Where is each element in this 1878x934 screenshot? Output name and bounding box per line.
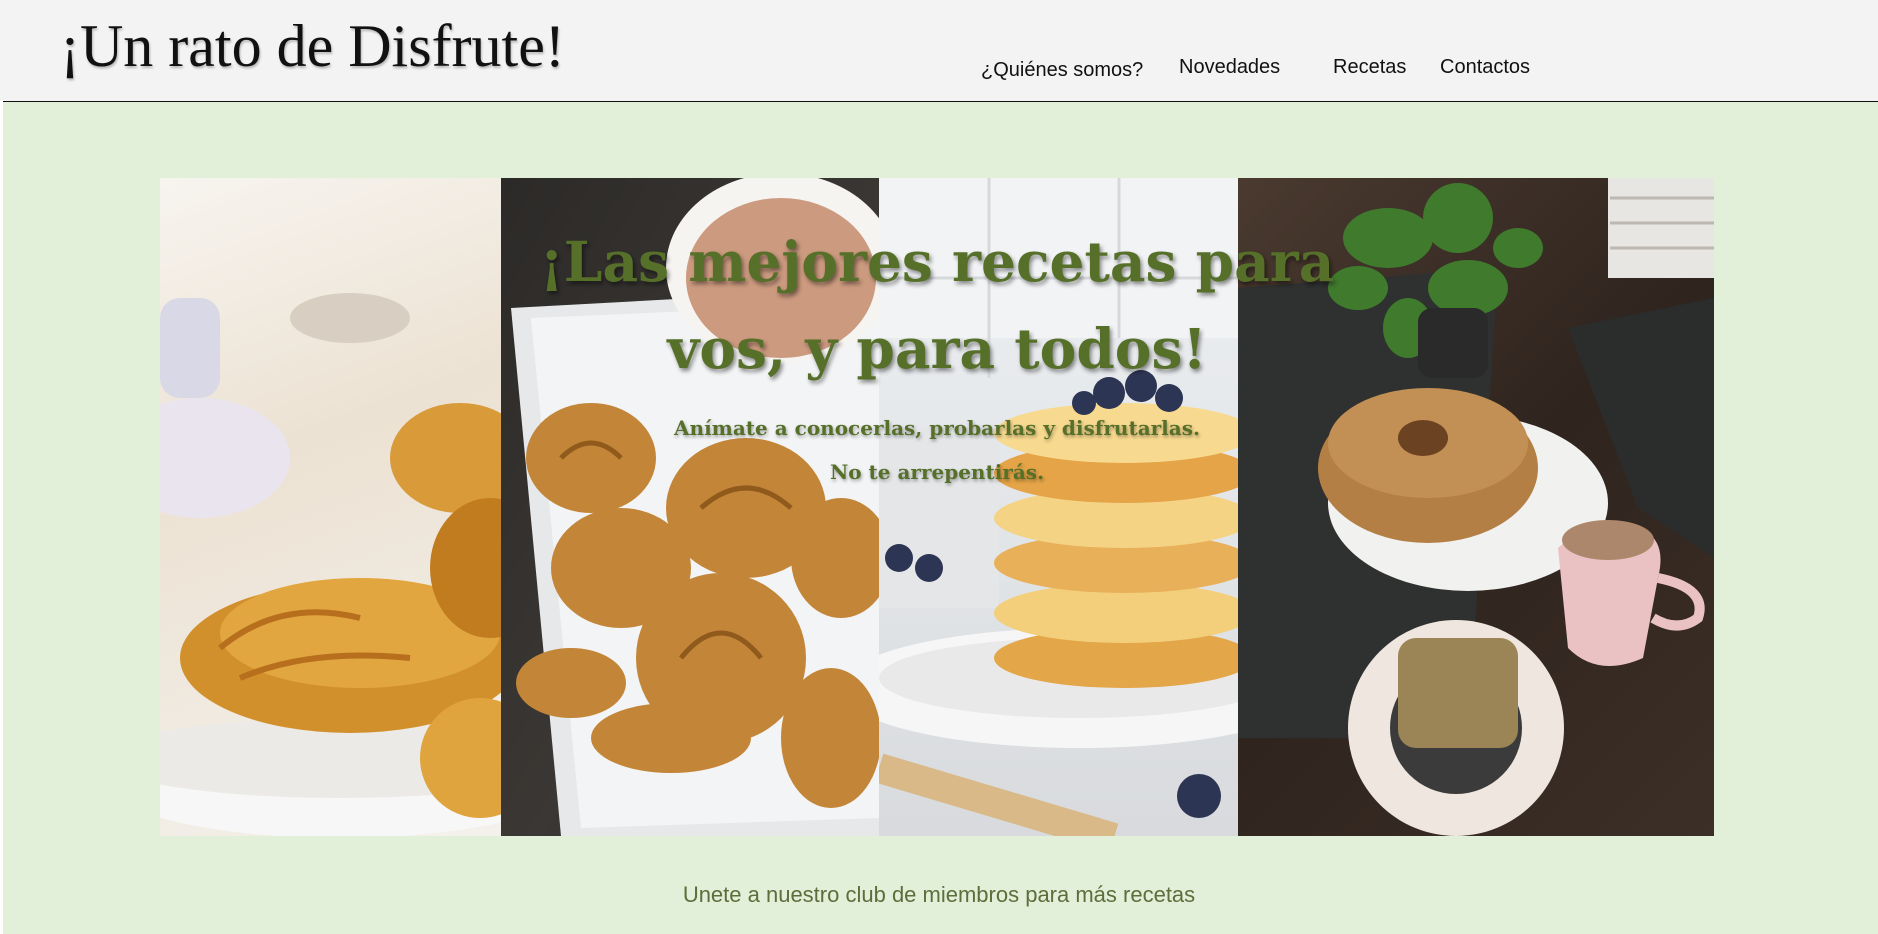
croissant-photo	[160, 178, 501, 836]
nav-recetas[interactable]: Recetas	[1333, 56, 1406, 79]
site-title[interactable]: ¡Un rato de Disfrute!	[60, 12, 565, 81]
hero-banner: ¡Las mejores recetas para vos, y para to…	[160, 178, 1714, 836]
pancakes-photo	[879, 178, 1238, 836]
site-header: ¡Un rato de Disfrute! ¿Quiénes somos? No…	[0, 0, 1878, 102]
cake-table-photo	[1238, 178, 1714, 836]
palmeritas-photo	[501, 178, 879, 836]
club-join-link[interactable]: Unete a nuestro club de miembros para má…	[0, 882, 1878, 908]
left-edge-strip	[0, 101, 3, 934]
nav-contactos[interactable]: Contactos	[1440, 56, 1530, 79]
nav-quienes-somos[interactable]: ¿Quiénes somos?	[981, 59, 1143, 82]
nav-novedades[interactable]: Novedades	[1179, 56, 1280, 79]
